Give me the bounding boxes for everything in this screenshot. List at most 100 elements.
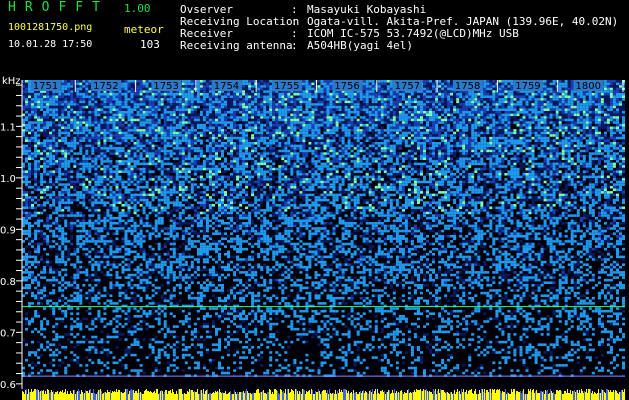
- noise-cell: [242, 116, 246, 119]
- noise-cell: [106, 95, 110, 99]
- noise-cell: [420, 126, 424, 130]
- noise-cell: [368, 113, 372, 117]
- noise-cell: [266, 131, 270, 135]
- noise-cell: [519, 131, 523, 135]
- noise-cell: [317, 98, 321, 101]
- noise-cell: [353, 108, 357, 111]
- noise-cell: [172, 98, 176, 101]
- noise-cell: [254, 123, 258, 127]
- noise-cell: [166, 126, 170, 130]
- noise-cell: [510, 142, 514, 145]
- noise-cell: [136, 105, 140, 109]
- noise-cell: [112, 123, 116, 127]
- noise-cell: [413, 95, 417, 99]
- noise-cell: [290, 142, 294, 145]
- noise-cell: [335, 116, 339, 119]
- noise-cell: [374, 129, 378, 132]
- noise-cell: [320, 144, 324, 148]
- noise-cell: [619, 121, 623, 124]
- noise-cell: [308, 92, 312, 96]
- noise-cell: [172, 111, 176, 114]
- noise-cell: [480, 116, 484, 119]
- noise-cell: [139, 103, 143, 106]
- noise-cell: [426, 121, 430, 124]
- noise-cell: [353, 142, 357, 145]
- noise-cell: [100, 118, 104, 122]
- noise-cell: [489, 103, 493, 106]
- noise-cell: [43, 105, 47, 109]
- noise-cell: [462, 113, 466, 117]
- noise-cell: [317, 116, 321, 119]
- noise-cell: [477, 118, 481, 122]
- noise-cell: [368, 105, 372, 109]
- noise-cell: [88, 121, 92, 124]
- noise-cell: [561, 136, 565, 140]
- noise-cell: [456, 118, 460, 122]
- noise-cell: [558, 113, 562, 117]
- noise-cell: [326, 85, 330, 88]
- noise-cell: [573, 136, 577, 140]
- noise-cell: [332, 142, 336, 145]
- noise-cell: [115, 136, 119, 140]
- noise-cell: [344, 129, 348, 132]
- noise-cell: [70, 116, 74, 119]
- noise-cell: [456, 131, 460, 135]
- noise-cell: [377, 113, 381, 117]
- noise-cell: [208, 111, 212, 114]
- noise-cell: [118, 100, 122, 104]
- noise-cell: [386, 100, 390, 104]
- noise-cell: [151, 144, 155, 148]
- noise-cell: [417, 118, 421, 122]
- noise-cell: [471, 108, 475, 111]
- noise-cell: [55, 95, 59, 99]
- noise-cell: [193, 126, 197, 130]
- noise-cell: [329, 131, 333, 135]
- noise-cell: [181, 82, 185, 86]
- noise-cell: [453, 123, 457, 127]
- noise-cell: [444, 95, 448, 99]
- noise-cell: [127, 95, 131, 99]
- noise-cell: [510, 85, 514, 88]
- noise-cell: [426, 111, 430, 114]
- noise-cell: [510, 98, 514, 101]
- noise-cell: [221, 108, 225, 111]
- noise-cell: [311, 113, 315, 117]
- noise-cell: [166, 123, 170, 127]
- noise-cell: [341, 111, 345, 114]
- noise-cell: [148, 123, 152, 127]
- noise-cell: [88, 80, 92, 83]
- noise-cell: [347, 139, 351, 142]
- noise-cell: [347, 116, 351, 119]
- noise-cell: [121, 131, 125, 135]
- noise-cell: [459, 103, 463, 106]
- noise-cell: [537, 103, 541, 106]
- noise-cell: [546, 90, 550, 93]
- noise-cell: [519, 139, 523, 142]
- noise-cell: [606, 136, 610, 140]
- noise-cell: [169, 123, 173, 127]
- noise-cell: [417, 126, 421, 130]
- noise-cell: [588, 134, 592, 137]
- noise-cell: [386, 92, 390, 96]
- noise-cell: [347, 95, 351, 99]
- noise-cell: [248, 95, 252, 99]
- noise-cell: [498, 90, 502, 93]
- noise-cell: [163, 134, 167, 137]
- noise-cell: [492, 142, 496, 145]
- noise-cell: [619, 85, 623, 88]
- noise-cell: [233, 144, 237, 148]
- noise-cell: [344, 144, 348, 148]
- noise-cell: [311, 126, 315, 130]
- noise-cell: [317, 121, 321, 124]
- noise-cell: [169, 144, 173, 148]
- noise-cell: [564, 108, 568, 111]
- noise-cell: [612, 131, 616, 135]
- noise-cell: [459, 118, 463, 122]
- noise-cell: [199, 92, 203, 96]
- noise-cell: [380, 92, 384, 96]
- noise-cell: [365, 113, 369, 117]
- noise-cell: [335, 131, 339, 135]
- noise-cell: [187, 136, 191, 140]
- noise-cell: [365, 87, 369, 91]
- noise-cell: [290, 123, 294, 127]
